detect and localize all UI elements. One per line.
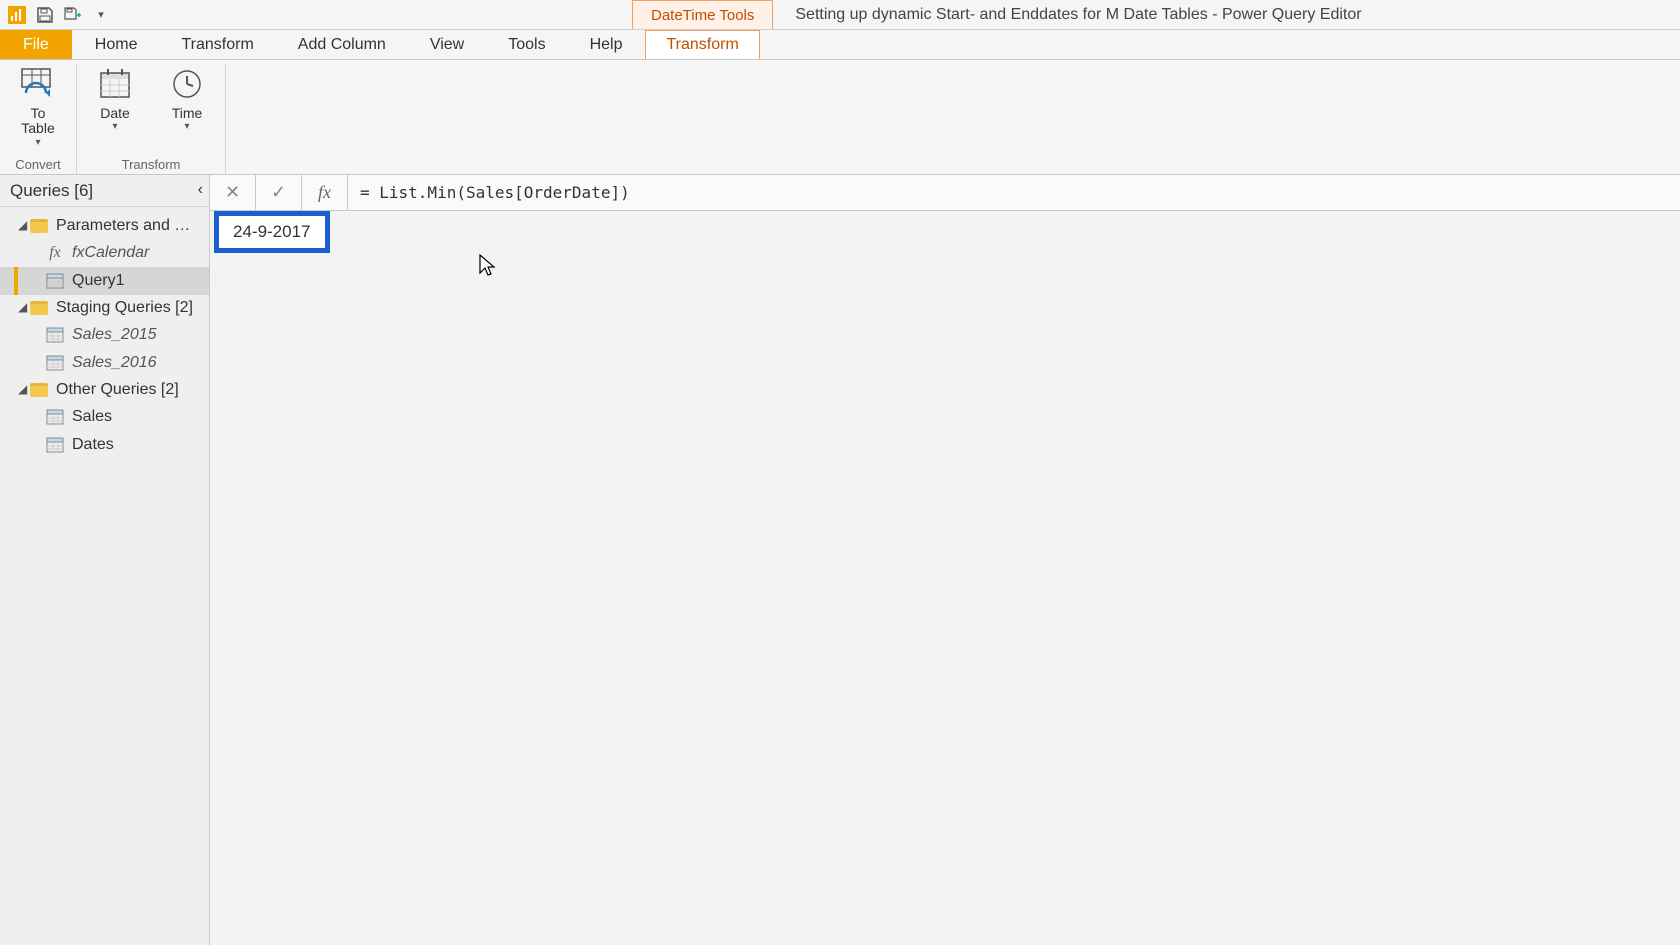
fx-icon: fx bbox=[46, 245, 64, 261]
table-icon bbox=[46, 437, 64, 453]
tab-view[interactable]: View bbox=[409, 30, 485, 59]
table-icon bbox=[46, 327, 64, 343]
content-area: ✕ ✓ fx = List.Min(Sales[OrderDate]) 24-9… bbox=[210, 175, 1680, 945]
query-label: Sales_2016 bbox=[72, 354, 157, 372]
queries-tree: ◢ Parameters and Fu... fx fxCalendar Query1 ◢… bbox=[0, 207, 209, 459]
query-item[interactable]: Dates bbox=[0, 431, 209, 459]
formula-confirm-button[interactable]: ✓ bbox=[256, 175, 302, 210]
query-item[interactable]: Sales bbox=[0, 403, 209, 431]
caret-icon: ◢ bbox=[18, 218, 30, 232]
fx-icon[interactable]: fx bbox=[302, 175, 348, 210]
group-transform-title: Transform bbox=[122, 157, 181, 174]
tab-home[interactable]: Home bbox=[74, 30, 159, 59]
folder-label: Parameters and Fu... bbox=[56, 217, 196, 235]
tree-folder[interactable]: ◢ Staging Queries [2] bbox=[0, 295, 209, 321]
group-convert-title: Convert bbox=[15, 157, 61, 174]
time-label: Time bbox=[172, 106, 203, 121]
query-item[interactable]: Sales_2015 bbox=[0, 321, 209, 349]
tab-help[interactable]: Help bbox=[569, 30, 644, 59]
query-item[interactable]: fx fxCalendar bbox=[0, 239, 209, 267]
collapse-panel-button[interactable]: ‹ bbox=[198, 181, 203, 199]
folder-icon bbox=[30, 219, 48, 233]
clock-icon bbox=[167, 64, 207, 104]
query-label: fxCalendar bbox=[72, 244, 149, 262]
query-item[interactable]: Sales_2016 bbox=[0, 349, 209, 377]
context-tab-group: DateTime Tools bbox=[632, 0, 773, 29]
to-table-button[interactable]: To Table ▾ bbox=[10, 64, 66, 148]
table-icon bbox=[46, 273, 64, 289]
tab-transform[interactable]: Transform bbox=[160, 30, 274, 59]
table-icon bbox=[46, 355, 64, 371]
formula-bar: ✕ ✓ fx = List.Min(Sales[OrderDate]) bbox=[210, 175, 1680, 211]
query-label: Dates bbox=[72, 436, 114, 454]
chevron-down-icon: ▾ bbox=[35, 137, 40, 148]
queries-header: Queries [6] ‹ bbox=[0, 175, 209, 207]
calendar-icon bbox=[95, 64, 135, 104]
tab-add-column[interactable]: Add Column bbox=[277, 30, 407, 59]
ribbon: To Table ▾ Convert Date ▾ Time ▾ Tran bbox=[0, 60, 1680, 175]
tab-file[interactable]: File bbox=[0, 30, 72, 59]
queries-title: Queries [6] bbox=[10, 181, 93, 201]
save-icon[interactable] bbox=[34, 4, 56, 26]
tree-folder[interactable]: ◢ Other Queries [2] bbox=[0, 377, 209, 403]
tab-tools[interactable]: Tools bbox=[487, 30, 566, 59]
formula-input[interactable]: = List.Min(Sales[OrderDate]) bbox=[348, 183, 1680, 202]
ribbon-group-transform: Date ▾ Time ▾ Transform bbox=[77, 64, 226, 174]
date-label: Date bbox=[100, 106, 130, 121]
window-title: Setting up dynamic Start- and Enddates f… bbox=[795, 6, 1361, 24]
save-as-icon[interactable] bbox=[62, 4, 84, 26]
main-area: Queries [6] ‹ ◢Parameters and Fu...fxfxC… bbox=[0, 175, 1680, 945]
query-label: Sales bbox=[72, 408, 112, 426]
to-table-icon bbox=[18, 64, 58, 104]
folder-icon bbox=[30, 383, 48, 397]
ribbon-group-convert: To Table ▾ Convert bbox=[0, 64, 77, 174]
quick-access-toolbar: ▾ bbox=[0, 4, 112, 26]
queries-panel: Queries [6] ‹ ◢ Parameters and Fu... fxfxC… bbox=[0, 175, 210, 945]
caret-icon: ◢ bbox=[18, 300, 30, 314]
folder-label: Other Queries [2] bbox=[56, 381, 179, 399]
tree-folder[interactable]: ◢ Parameters and Fu... bbox=[0, 213, 209, 239]
folder-icon bbox=[30, 301, 48, 315]
tab-context-transform[interactable]: Transform bbox=[645, 30, 759, 59]
folder-label: Staging Queries [2] bbox=[56, 299, 193, 317]
query-label: Sales_2015 bbox=[72, 326, 157, 344]
time-button[interactable]: Time ▾ bbox=[159, 64, 215, 132]
query-label: Query1 bbox=[72, 272, 124, 290]
result-value-cell[interactable]: 24-9-2017 bbox=[214, 211, 330, 253]
chevron-down-icon: ▾ bbox=[184, 121, 189, 132]
caret-icon: ◢ bbox=[18, 382, 30, 396]
qat-dropdown-icon[interactable]: ▾ bbox=[90, 4, 112, 26]
title-bar: ▾ DateTime Tools Setting up dynamic Star… bbox=[0, 0, 1680, 30]
ribbon-tabs: File Home Transform Add Column View Tool… bbox=[0, 30, 1680, 60]
to-table-label: To Table bbox=[21, 106, 54, 137]
chevron-down-icon: ▾ bbox=[112, 121, 117, 132]
date-button[interactable]: Date ▾ bbox=[87, 64, 143, 132]
app-icon bbox=[6, 4, 28, 26]
cursor-icon bbox=[478, 253, 496, 277]
table-icon bbox=[46, 409, 64, 425]
query-item[interactable]: Query1 bbox=[0, 267, 209, 295]
formula-cancel-button[interactable]: ✕ bbox=[210, 175, 256, 210]
